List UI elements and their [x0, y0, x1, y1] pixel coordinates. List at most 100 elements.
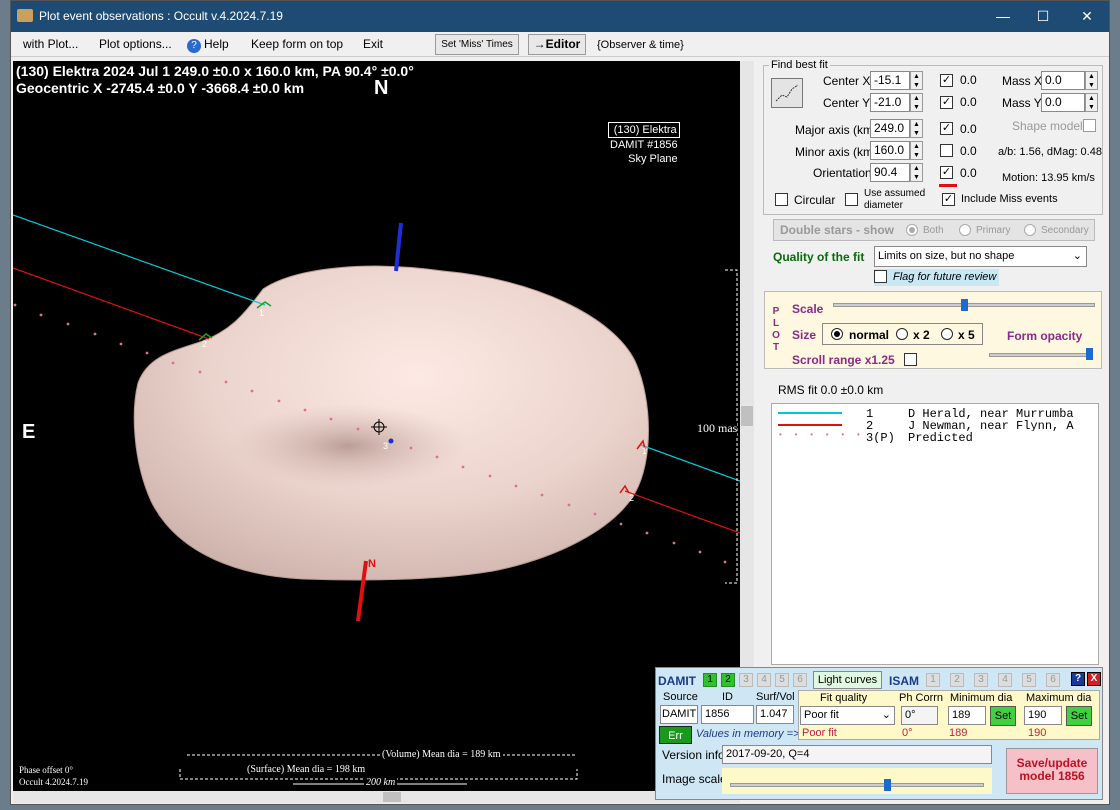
shape-model-checkbox[interactable] [1083, 119, 1096, 132]
scroll-range-checkbox[interactable] [904, 353, 917, 366]
mass-y-spinner[interactable]: ▲ ▼ [1085, 93, 1098, 112]
max-dia-field[interactable]: 190 [1024, 706, 1062, 725]
opacity-slider-thumb[interactable] [1086, 348, 1093, 360]
observer-legend[interactable]: 1 D Herald, near Murrumba 2 J Newman, near … [771, 403, 1099, 665]
double-primary-radio[interactable] [959, 224, 971, 236]
circular-label: Circular [794, 193, 836, 207]
maximize-button[interactable]: ☐ [1023, 5, 1063, 27]
damit-close-button[interactable]: X [1087, 672, 1101, 686]
horizontal-scroll-thumb[interactable] [383, 792, 401, 802]
id-field[interactable]: 1856 [701, 705, 754, 724]
orientation-checkbox[interactable]: ✓ [940, 166, 953, 179]
opacity-slider[interactable] [989, 353, 1093, 357]
min-dia-set-button[interactable]: Set [990, 706, 1016, 726]
minor-axis-checkbox[interactable] [940, 144, 953, 157]
flag-review-checkbox[interactable] [874, 270, 887, 283]
damit-model-1[interactable]: 1 [703, 673, 717, 687]
isam-model-2[interactable]: 2 [950, 673, 964, 687]
source-header: Source [663, 691, 698, 703]
orientation-input[interactable]: 90.4 [870, 163, 910, 182]
surf-vol-field[interactable]: 1.047 [756, 705, 794, 724]
quality-select[interactable]: Limits on size, but no shape ⌄ [874, 246, 1087, 267]
light-curves-button[interactable]: Light curves [813, 671, 882, 689]
damit-model-2[interactable]: 2 [721, 673, 735, 687]
center-y-checkbox[interactable]: ✓ [940, 96, 953, 109]
close-button[interactable]: ✕ [1067, 5, 1107, 27]
menu-with-plot[interactable]: with Plot... [23, 37, 78, 51]
south-pole-label: N [368, 558, 376, 570]
image-scale-slider-thumb[interactable] [884, 779, 891, 791]
version-info-field[interactable]: 2017-09-20, Q=4 [722, 745, 992, 764]
size-x2-radio[interactable] [896, 328, 908, 340]
set-miss-times-button[interactable]: Set 'Miss' Times [435, 34, 519, 55]
east-label: E [22, 421, 36, 443]
surf-vol-header: Surf/Vol [756, 691, 795, 703]
isam-model-5[interactable]: 5 [1022, 673, 1036, 687]
object-label-damit: DAMIT #1856 [610, 139, 678, 151]
minimize-button[interactable]: — [983, 5, 1023, 27]
damit-model-5[interactable]: 5 [775, 673, 789, 687]
isam-model-6[interactable]: 6 [1046, 673, 1060, 687]
damit-model-4[interactable]: 4 [757, 673, 771, 687]
fit-quality-select[interactable]: Poor fit ⌄ [800, 706, 895, 725]
minor-axis-input[interactable]: 160.0 [870, 141, 910, 160]
scale-mas-label: 100 mas [697, 421, 738, 436]
isam-model-3[interactable]: 3 [974, 673, 988, 687]
isam-model-1[interactable]: 1 [926, 673, 940, 687]
image-scale-label: Image scale [662, 772, 727, 786]
horizontal-scrollbar[interactable] [13, 791, 740, 803]
damit-help-button[interactable]: ? [1071, 672, 1085, 686]
chord-label-1: 1 [259, 308, 265, 318]
double-both-radio[interactable] [906, 224, 918, 236]
orientation-spinner[interactable]: ▲ ▼ [910, 163, 923, 182]
source-field[interactable]: DAMIT [660, 705, 698, 724]
observer-time-label[interactable]: {Observer & time} [597, 39, 684, 51]
center-x-label: Center X [823, 74, 871, 88]
size-normal-label: normal [849, 328, 890, 342]
form-opacity-label: Form opacity [1007, 329, 1083, 343]
damit-model-6[interactable]: 6 [793, 673, 807, 687]
use-assumed-checkbox[interactable] [845, 193, 858, 206]
menu-exit[interactable]: Exit [363, 37, 383, 51]
vertical-scroll-thumb[interactable] [741, 406, 753, 426]
size-normal-radio[interactable] [831, 328, 843, 340]
save-update-model-button[interactable]: Save/update model 1856 [1006, 748, 1098, 794]
object-label-box: (130) Elektra DAMIT #1856 Sky Plane [608, 122, 680, 166]
mass-x-spinner[interactable]: ▲ ▼ [1085, 71, 1098, 90]
mass-x-input[interactable]: 0.0 [1041, 71, 1085, 90]
damit-panel: DAMIT 1 2 3 4 5 6 Light curves ISAM 1 2 … [655, 667, 1103, 800]
mass-y-input[interactable]: 0.0 [1041, 93, 1085, 112]
major-axis-checkbox[interactable]: ✓ [940, 122, 953, 135]
center-x-checkbox[interactable]: ✓ [940, 74, 953, 87]
center-x-input[interactable]: -15.1 [870, 71, 910, 90]
size-x5-radio[interactable] [941, 328, 953, 340]
editor-button[interactable]: →Editor [528, 34, 586, 55]
center-x-spinner[interactable]: ▲ ▼ [910, 71, 923, 90]
damit-model-3[interactable]: 3 [739, 673, 753, 687]
ph-corrn-field[interactable]: 0° [901, 706, 938, 725]
err-button[interactable]: Err [659, 726, 692, 744]
menu-plot-options[interactable]: Plot options... [99, 37, 172, 51]
major-axis-input[interactable]: 249.0 [870, 119, 910, 138]
center-y-input[interactable]: -21.0 [870, 93, 910, 112]
include-miss-checkbox[interactable]: ✓ [942, 193, 955, 206]
fit-graph-button[interactable] [771, 78, 803, 108]
menu-keep-on-top[interactable]: Keep form on top [251, 37, 343, 51]
center-y-spinner[interactable]: ▲ ▼ [910, 93, 923, 112]
image-scale-slider[interactable] [730, 783, 984, 787]
double-secondary-radio[interactable] [1024, 224, 1036, 236]
chord-line-1-exit [640, 444, 740, 482]
scale-km-label: 200 km [364, 777, 398, 788]
scale-slider-thumb[interactable] [961, 299, 968, 311]
asteroid-crater [228, 404, 468, 488]
plot-area[interactable]: (130) Elektra 2024 Jul 1 249.0 ±0.0 x 16… [13, 61, 740, 791]
circular-checkbox[interactable] [775, 193, 788, 206]
isam-model-4[interactable]: 4 [998, 673, 1012, 687]
major-axis-spinner[interactable]: ▲ ▼ [910, 119, 923, 138]
max-dia-set-button[interactable]: Set [1066, 706, 1092, 726]
minor-axis-spinner[interactable]: ▲ ▼ [910, 141, 923, 160]
center-x-val: 0.0 [960, 73, 977, 87]
menu-help[interactable]: ? Help [187, 37, 229, 53]
min-dia-field[interactable]: 189 [948, 706, 986, 725]
chord-line-2 [13, 267, 210, 340]
